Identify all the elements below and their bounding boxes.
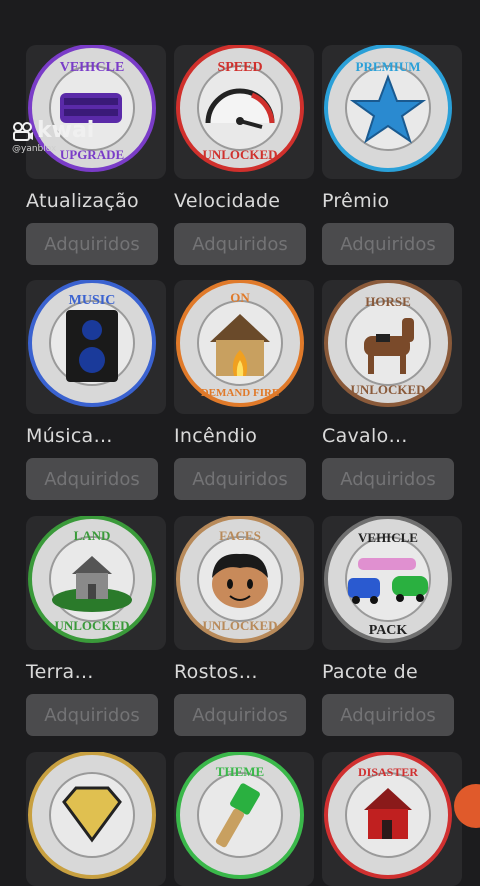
badge-top-text: FACES [219, 528, 261, 543]
owned-button[interactable]: Adquiridos [322, 694, 454, 736]
owned-button[interactable]: Adquiridos [174, 223, 306, 265]
pass-title: Terra… [26, 661, 94, 683]
owned-button[interactable]: Adquiridos [322, 458, 454, 500]
badge-bottom-text: PACK [369, 623, 408, 638]
pass-title: Prêmio [322, 190, 390, 212]
owned-button[interactable]: Adquiridos [322, 223, 454, 265]
disaster-badge[interactable]: DISASTER [322, 752, 462, 886]
owned-button[interactable]: Adquiridos [174, 694, 306, 736]
owned-button[interactable]: Adquiridos [26, 694, 158, 736]
horse-badge[interactable]: HORSE UNLOCKED [322, 280, 462, 414]
kwai-brand-text: kwai [37, 118, 95, 143]
pass-title: Pacote de [322, 661, 418, 683]
owned-button[interactable]: Adquiridos [174, 458, 306, 500]
pass-title: Cavalo… [322, 425, 408, 447]
kwai-watermark: kwai @yanblox [12, 118, 94, 154]
badge-top-text: THEME [216, 764, 264, 779]
badge-top-text: PREMIUM [356, 59, 421, 74]
diamond-badge[interactable] [26, 752, 166, 886]
kwai-logo: kwai [12, 118, 94, 143]
owned-button[interactable]: Adquiridos [26, 223, 158, 265]
badge-bottom-text: UNLOCKED [350, 382, 425, 397]
face-icon [212, 553, 268, 608]
fire-badge[interactable]: ON DEMAND FIRE [174, 280, 314, 414]
land-badge[interactable]: LAND UNLOCKED [26, 516, 166, 650]
badge-top-text: MUSIC [69, 293, 116, 308]
badge-top-text: DISASTER [358, 765, 418, 779]
music-badge[interactable]: MUSIC [26, 280, 166, 414]
speaker-icon [66, 310, 118, 382]
badge-top-text: ON [230, 290, 250, 305]
badge-top-text: VEHICLE [358, 530, 418, 545]
pass-title: Incêndio [174, 425, 258, 447]
badge-top-text: LAND [74, 528, 111, 543]
owned-button[interactable]: Adquiridos [26, 458, 158, 500]
pass-title: Rostos… [174, 661, 258, 683]
pass-title: Atualização [26, 190, 139, 212]
badge-bottom-text: DEMAND FIRE [201, 387, 280, 399]
pass-title: Música… [26, 425, 113, 447]
badge-top-text: VEHICLE [60, 60, 125, 75]
faces-badge[interactable]: FACES UNLOCKED [174, 516, 314, 650]
speed-badge[interactable]: SPEED UNLOCKED [174, 45, 314, 179]
vehicle-pack-badge[interactable]: VEHICLE PACK [322, 516, 462, 650]
badge-bottom-text: UNLOCKED [202, 618, 277, 633]
pass-title: Velocidade [174, 190, 281, 212]
badge-top-text: SPEED [217, 60, 262, 75]
badge-bottom-text: UNLOCKED [202, 147, 277, 162]
badge-bottom-text: UNLOCKED [54, 618, 129, 633]
watermark-username: @yanblox [12, 144, 57, 154]
vehicle-upgrade-badge[interactable]: VEHICLE UPGRADE [26, 45, 166, 179]
theme-badge[interactable]: THEME [174, 752, 314, 886]
badge-top-text: HORSE [365, 294, 411, 309]
premium-badge[interactable]: PREMIUM [322, 45, 462, 179]
kwai-camera-icon [13, 121, 33, 141]
